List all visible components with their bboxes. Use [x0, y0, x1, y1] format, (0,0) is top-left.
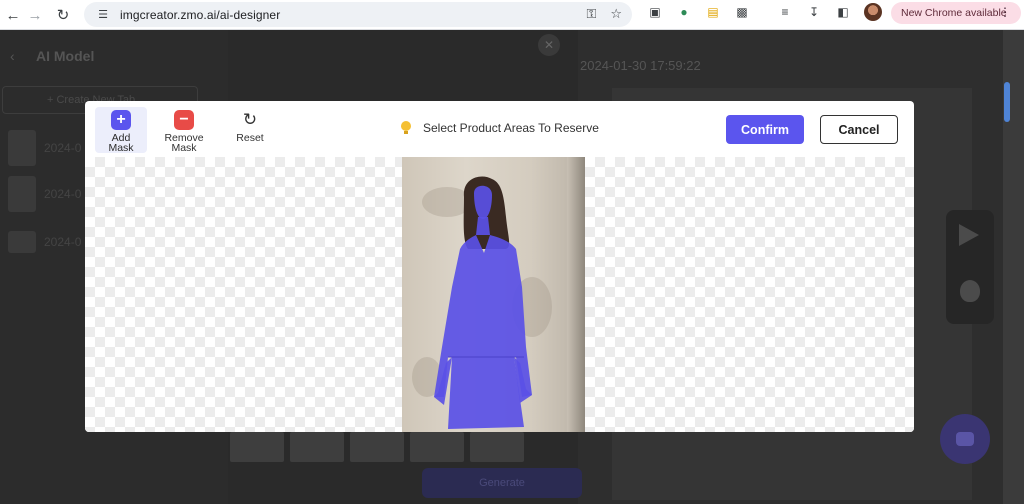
mask-toolbar: + Add Mask − Remove Mask ↻ Reset Select … [85, 101, 914, 157]
lightbulb-icon [401, 121, 411, 135]
background-thumbnail [230, 432, 284, 462]
password-key-icon[interactable]: ⚿ [586, 6, 596, 22]
forward-icon[interactable]: → [22, 3, 48, 27]
background-thumbnail [410, 432, 464, 462]
reading-list-icon[interactable]: ≡ [776, 3, 794, 21]
extension-icon[interactable]: ▣ [646, 3, 664, 21]
background-thumbnail-strip [230, 432, 524, 462]
minus-icon: − [174, 110, 194, 130]
bookmark-star-icon[interactable]: ☆ [610, 6, 622, 22]
background-thumbnail [350, 432, 404, 462]
background-generate-button: Generate [422, 468, 582, 498]
background-date: 2024-01-30 17:59:22 [580, 58, 701, 73]
apple-icon [960, 280, 980, 302]
product-photo[interactable] [402, 157, 585, 432]
more-menu-icon[interactable]: ⋮ [999, 5, 1011, 19]
address-bar[interactable]: ☰ imgcreator.zmo.ai/ai-designer ⚿ ☆ [84, 2, 632, 27]
remove-mask-label-line2: Mask [171, 142, 197, 154]
instruction-hint: Select Product Areas To Reserve [401, 121, 599, 135]
google-play-icon [959, 224, 979, 246]
chat-support-button [940, 414, 990, 464]
reload-icon[interactable]: ↻ [50, 3, 76, 27]
confirm-button[interactable]: Confirm [726, 115, 804, 144]
model-dress-mask [434, 235, 532, 429]
profile-avatar[interactable] [864, 3, 882, 21]
history-label: 2024-0 [44, 141, 82, 155]
mask-editor-modal: + Add Mask − Remove Mask ↻ Reset Select … [85, 101, 914, 432]
extensions-puzzle-icon[interactable]: ▩ [733, 3, 751, 21]
update-chrome-button[interactable]: New Chrome available ⋮ [891, 2, 1021, 24]
remove-mask-button[interactable]: − Remove Mask [163, 107, 205, 153]
reset-button[interactable]: ↻ Reset [229, 107, 271, 153]
site-info-icon[interactable]: ☰ [94, 8, 112, 22]
add-mask-button[interactable]: + Add Mask [95, 107, 147, 153]
reset-label: Reset [236, 132, 264, 144]
chat-icon [956, 432, 974, 446]
history-label: 2024-0 [44, 187, 82, 201]
background-thumbnail [470, 432, 524, 462]
plus-icon: + [111, 110, 131, 130]
background-page-title: AI Model [36, 48, 95, 64]
back-arrow-icon: ‹ [10, 48, 15, 64]
notes-extension-icon[interactable]: ▤ [704, 3, 722, 21]
app-store-panel [946, 210, 994, 324]
browser-toolbar: ← → ↻ ☰ imgcreator.zmo.ai/ai-designer ⚿ … [0, 0, 1024, 30]
cancel-button[interactable]: Cancel [820, 115, 898, 144]
reset-icon: ↻ [242, 110, 258, 129]
side-panel-icon[interactable]: ◧ [834, 3, 852, 21]
add-mask-label-line2: Mask [108, 142, 134, 154]
model-mask-overlay [434, 176, 532, 429]
grammar-extension-icon[interactable]: ● [675, 3, 693, 21]
page-scroll-thumb[interactable] [1004, 82, 1010, 122]
download-icon[interactable]: ↧ [805, 3, 823, 21]
instruction-text: Select Product Areas To Reserve [423, 121, 599, 135]
model-neck-mask [476, 217, 490, 235]
mask-canvas[interactable] [85, 157, 914, 432]
background-close-icon: ✕ [538, 34, 560, 56]
url-text[interactable]: imgcreator.zmo.ai/ai-designer [120, 8, 280, 22]
history-thumbnail [8, 130, 36, 166]
image-icon [8, 231, 36, 253]
background-thumbnail [290, 432, 344, 462]
update-chrome-label: New Chrome available [901, 7, 1007, 19]
history-thumbnail [8, 176, 36, 212]
history-label: 2024-0 [44, 235, 82, 249]
